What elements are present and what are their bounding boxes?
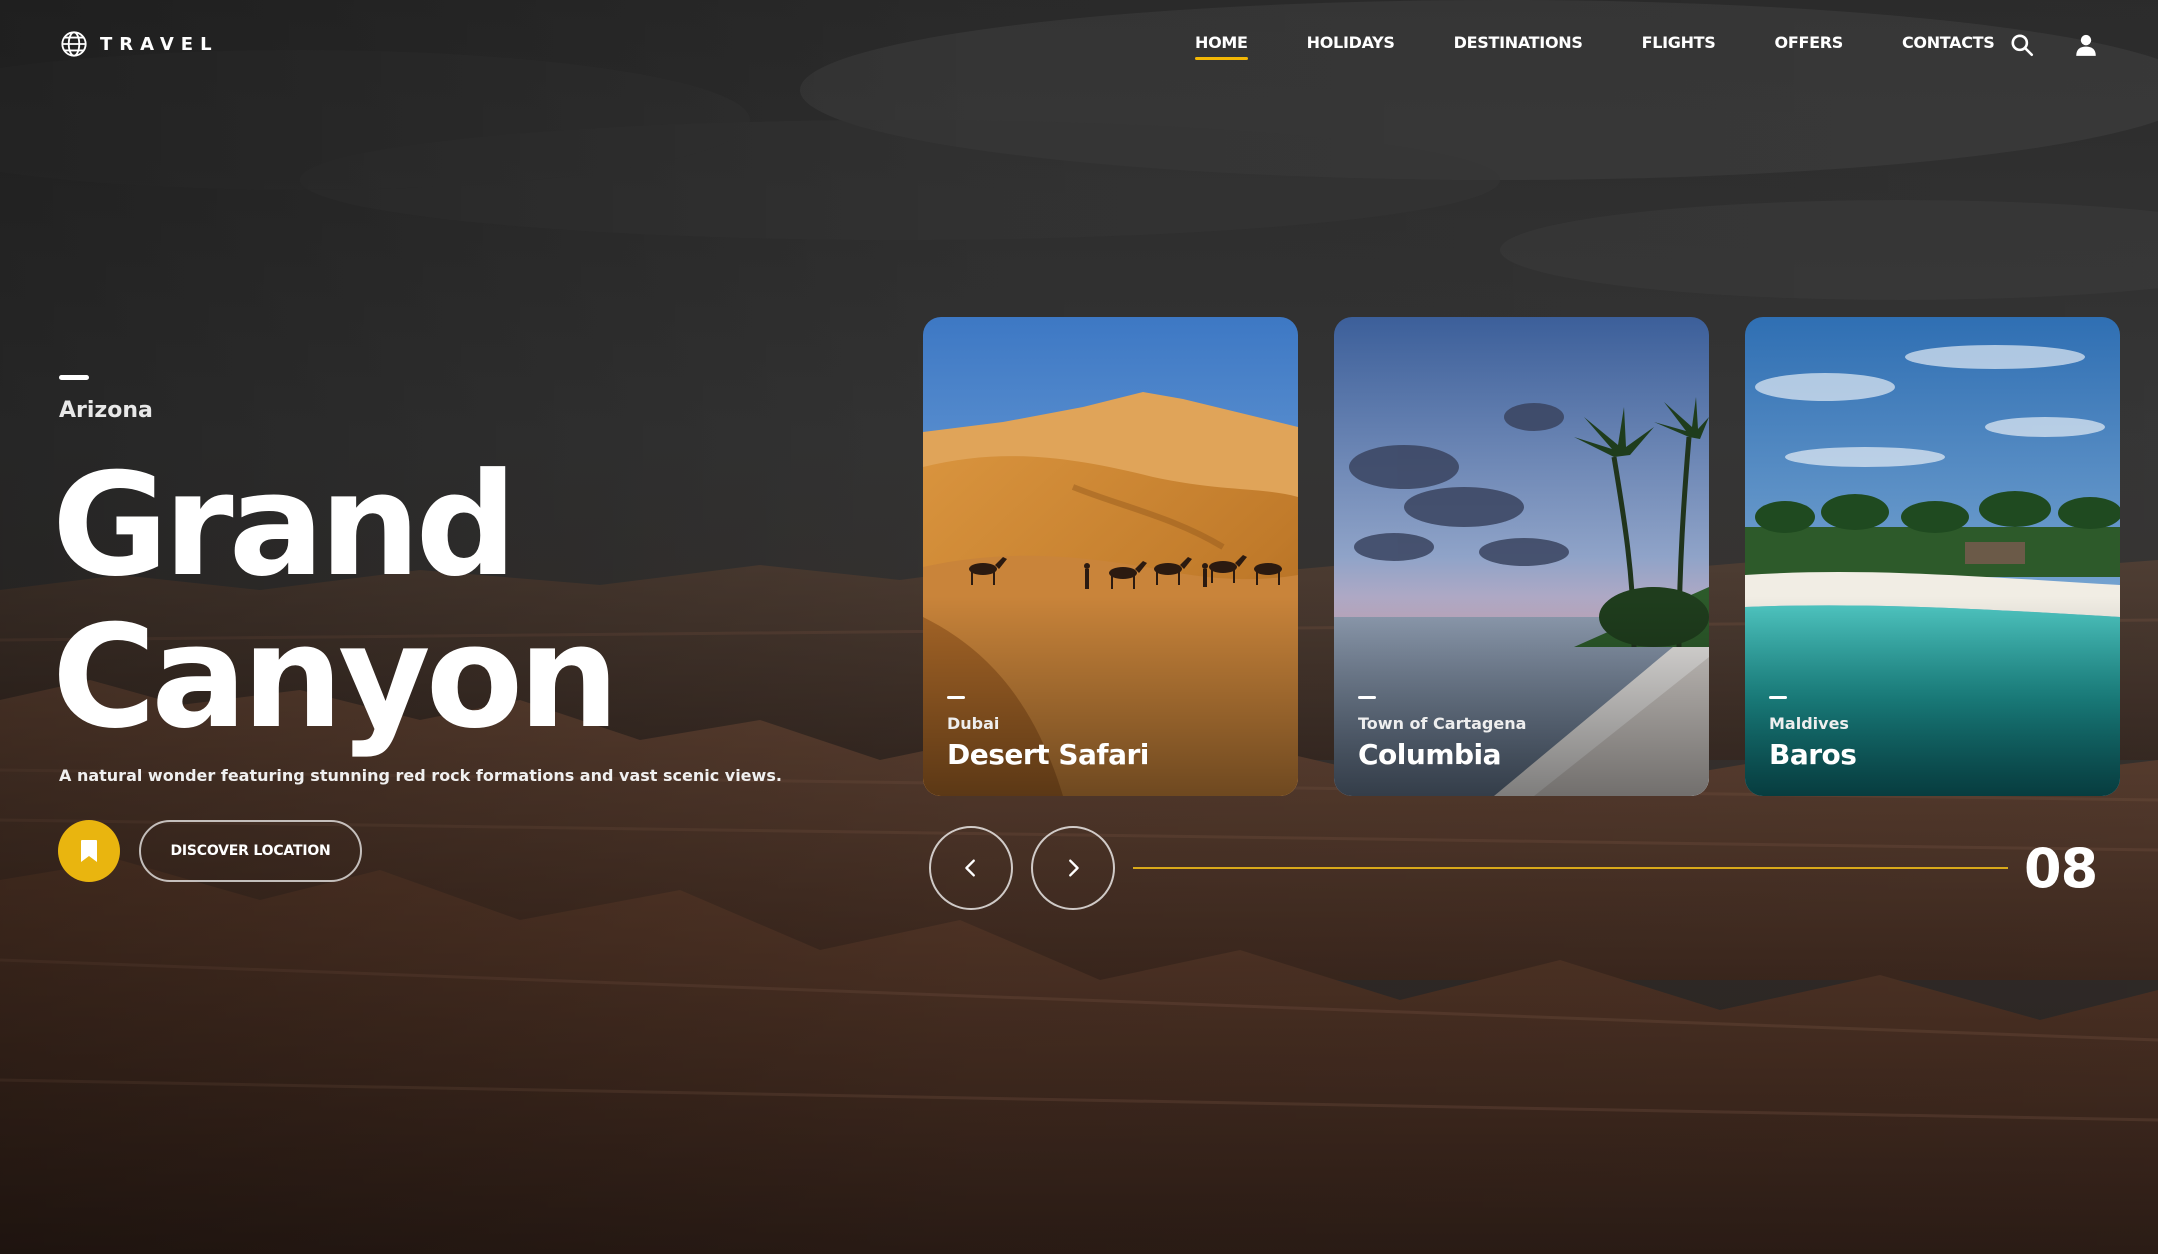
- slide-number: 08: [2024, 837, 2098, 900]
- card-subtitle: Maldives: [1769, 714, 1849, 733]
- hero-dash-divider: [59, 375, 89, 380]
- discover-location-button[interactable]: DISCOVER LOCATION: [139, 820, 362, 882]
- bookmark-button[interactable]: [58, 820, 120, 882]
- nav-item-destinations[interactable]: DESTINATIONS: [1454, 33, 1583, 52]
- main-nav: HOME HOLIDAYS DESTINATIONS FLIGHTS OFFER…: [1195, 33, 2054, 60]
- card-title: Columbia: [1358, 738, 1502, 771]
- card-dash-divider: [1769, 696, 1787, 699]
- card-title: Baros: [1769, 738, 1857, 771]
- hero-title: Grand Canyon: [52, 450, 852, 754]
- slider-progress-fill: [1133, 867, 2008, 869]
- card-subtitle: Town of Cartagena: [1358, 714, 1527, 733]
- hero-title-line-1: Grand: [52, 443, 517, 608]
- nav-item-holidays[interactable]: HOLIDAYS: [1307, 33, 1395, 52]
- hero-description: A natural wonder featuring stunning red …: [59, 766, 782, 785]
- destination-card-columbia[interactable]: Town of Cartagena Columbia: [1334, 317, 1709, 796]
- nav-item-offers[interactable]: OFFERS: [1775, 33, 1844, 52]
- slider-progress-bar: [1133, 867, 2008, 869]
- card-dash-divider: [1358, 696, 1376, 699]
- destination-card-baros[interactable]: Maldives Baros: [1745, 317, 2120, 796]
- slider-prev-button[interactable]: [929, 826, 1013, 910]
- bookmark-icon: [81, 840, 97, 862]
- nav-item-flights[interactable]: FLIGHTS: [1642, 33, 1716, 52]
- slider-next-button[interactable]: [1031, 826, 1115, 910]
- hero-region: Arizona: [59, 398, 153, 423]
- user-icon[interactable]: [2073, 32, 2099, 58]
- destination-card-desert-safari[interactable]: Dubai Desert Safari: [923, 317, 1298, 796]
- hero-title-line-2: Canyon: [52, 595, 619, 760]
- chevron-left-icon: [965, 859, 975, 877]
- brand-logo[interactable]: TRAVEL: [60, 30, 219, 58]
- top-header: TRAVEL HOME HOLIDAYS DESTINATIONS FLIGHT…: [0, 0, 2158, 90]
- nav-item-contacts[interactable]: CONTACTS: [1902, 33, 1995, 52]
- chevron-right-icon: [1069, 859, 1079, 877]
- card-subtitle: Dubai: [947, 714, 1000, 733]
- card-dash-divider: [947, 696, 965, 699]
- nav-item-home[interactable]: HOME: [1195, 33, 1248, 60]
- card-title: Desert Safari: [947, 738, 1149, 771]
- brand-name: TRAVEL: [100, 33, 219, 55]
- search-icon[interactable]: [2009, 32, 2035, 58]
- globe-icon: [61, 31, 87, 57]
